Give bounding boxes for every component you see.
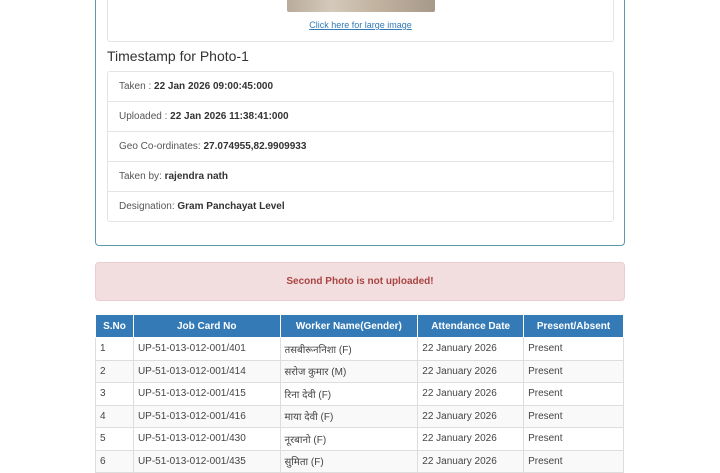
detail-value: 27.074955,82.9909933 [203, 141, 307, 152]
cell-status: Present [523, 382, 624, 406]
detail-value: rajendra nath [164, 171, 228, 182]
timestamp-title: Timestamp for Photo-1 [107, 48, 249, 64]
header-attendance-date: Attendance Date [417, 314, 525, 338]
detail-label: Uploaded : [119, 111, 171, 122]
detail-taken: Taken : 22 Jan 2026 09:00:45:000 [108, 72, 613, 102]
cell-status: Present [523, 359, 624, 383]
table-header-row: S.No Job Card No Worker Name(Gender) Att… [95, 314, 624, 338]
detail-label: Designation: [119, 201, 178, 212]
cell-date: 22 January 2026 [417, 449, 525, 473]
cell-job-card: UP-51-013-012-001/416 [132, 404, 281, 428]
table-row: 2 UP-51-013-012-001/414 सरोज कुमार (M) 2… [95, 359, 624, 383]
cell-date: 22 January 2026 [417, 404, 525, 428]
header-sno: S.No [95, 314, 134, 338]
cell-sno: 3 [95, 382, 134, 406]
photo1-image-box: Click here for large image [107, 0, 614, 42]
cell-job-card: UP-51-013-012-001/430 [132, 427, 281, 451]
header-worker-name: Worker Name(Gender) [279, 314, 419, 338]
table-row: 4 UP-51-013-012-001/416 माया देवी (F) 22… [95, 404, 624, 428]
cell-worker-name: नूरबानो (F) [279, 427, 419, 451]
cell-job-card: UP-51-013-012-001/435 [132, 449, 281, 473]
detail-designation: Designation: Gram Panchayat Level [108, 192, 613, 221]
detail-geo-coordinates: Geo Co-ordinates: 27.074955,82.9909933 [108, 132, 613, 162]
cell-sno: 1 [95, 337, 134, 361]
cell-job-card: UP-51-013-012-001/414 [132, 359, 281, 383]
table-row: 1 UP-51-013-012-001/401 तसबीरूननिशा (F) … [95, 337, 624, 361]
photo1-panel: Click here for large image Timestamp for… [95, 0, 625, 246]
detail-value: 22 Jan 2026 09:00:45:000 [154, 81, 274, 92]
detail-value: 22 Jan 2026 11:38:41:000 [170, 111, 289, 122]
detail-uploaded: Uploaded : 22 Jan 2026 11:38:41:000 [108, 102, 613, 132]
large-image-link[interactable]: Click here for large image [108, 20, 613, 30]
detail-label: Taken : [119, 81, 155, 92]
header-job-card-no: Job Card No [132, 314, 281, 338]
table-row: 6 UP-51-013-012-001/435 सुमिता (F) 22 Ja… [95, 449, 624, 473]
cell-date: 22 January 2026 [417, 359, 525, 383]
cell-job-card: UP-51-013-012-001/415 [132, 382, 281, 406]
second-photo-alert: Second Photo is not uploaded! [95, 262, 625, 301]
cell-sno: 5 [95, 427, 134, 451]
table-row: 5 UP-51-013-012-001/430 नूरबानो (F) 22 J… [95, 427, 624, 451]
cell-status: Present [523, 427, 624, 451]
cell-worker-name: सरोज कुमार (M) [279, 359, 419, 383]
cell-worker-name: माया देवी (F) [279, 404, 419, 428]
cell-date: 22 January 2026 [417, 337, 525, 361]
detail-label: Taken by: [119, 171, 165, 182]
attendance-table: S.No Job Card No Worker Name(Gender) Att… [95, 314, 624, 473]
cell-date: 22 January 2026 [417, 427, 525, 451]
cell-worker-name: तसबीरूननिशा (F) [279, 337, 419, 361]
timestamp-details-list: Taken : 22 Jan 2026 09:00:45:000 Uploade… [107, 71, 614, 222]
detail-value: Gram Panchayat Level [177, 201, 285, 212]
detail-taken-by: Taken by: rajendra nath [108, 162, 613, 192]
detail-label: Geo Co-ordinates: [119, 141, 204, 152]
cell-worker-name: रिना देवी (F) [279, 382, 419, 406]
cell-worker-name: सुमिता (F) [279, 449, 419, 473]
cell-status: Present [523, 337, 624, 361]
cell-status: Present [523, 449, 624, 473]
cell-date: 22 January 2026 [417, 382, 525, 406]
cell-status: Present [523, 404, 624, 428]
cell-sno: 4 [95, 404, 134, 428]
header-present-absent: Present/Absent [523, 314, 624, 338]
cell-sno: 6 [95, 449, 134, 473]
photo1-thumbnail[interactable] [287, 0, 435, 12]
table-row: 3 UP-51-013-012-001/415 रिना देवी (F) 22… [95, 382, 624, 406]
cell-sno: 2 [95, 359, 134, 383]
cell-job-card: UP-51-013-012-001/401 [132, 337, 281, 361]
